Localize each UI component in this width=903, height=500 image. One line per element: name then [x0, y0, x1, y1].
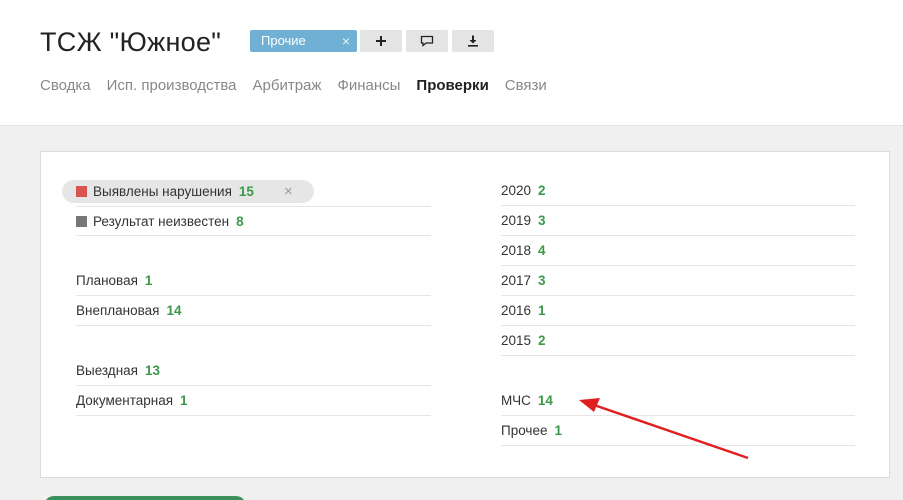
filter-year-2017[interactable]: 2017 3: [501, 266, 855, 296]
add-button[interactable]: [360, 30, 402, 52]
filter-label: 2018: [501, 243, 532, 258]
filter-year-2020[interactable]: 2020 2: [501, 176, 855, 206]
close-icon[interactable]: ×: [284, 182, 293, 202]
tab-arbitration[interactable]: Арбитраж: [253, 77, 322, 94]
page-header: ТСЖ "Южное" Прочие × Сводка Исп. произво…: [0, 0, 903, 126]
filter-documentary[interactable]: Документарная 1: [76, 386, 431, 416]
filter-count: 2: [538, 183, 546, 198]
filter-count: 1: [180, 393, 188, 408]
tab-enforcement[interactable]: Исп. производства: [107, 77, 237, 94]
plus-icon: [376, 36, 386, 46]
tab-links[interactable]: Связи: [505, 77, 547, 94]
filter-planned[interactable]: Плановая 1: [76, 266, 431, 296]
filter-year-2018[interactable]: 2018 4: [501, 236, 855, 266]
filter-violations-found[interactable]: Выявлены нарушения 15: [76, 177, 431, 207]
filter-count: 3: [538, 213, 546, 228]
category-tag-label: Прочие: [261, 33, 306, 48]
red-square-icon: [76, 186, 87, 197]
filter-count: 8: [236, 214, 244, 229]
page-title: ТСЖ "Южное": [40, 27, 222, 57]
filter-count: 1: [144, 273, 153, 288]
filter-count: 14: [166, 303, 182, 318]
section-tabs: Сводка Исп. производства Арбитраж Финанс…: [40, 77, 563, 94]
filter-count: 1: [554, 423, 562, 438]
filter-label: МЧС: [501, 393, 531, 408]
filter-count: 3: [538, 273, 546, 288]
bottom-action-button[interactable]: [44, 496, 246, 500]
filter-count: 14: [537, 393, 553, 408]
filter-label: 2019: [501, 213, 532, 228]
filter-label: 2017: [501, 273, 532, 288]
close-icon[interactable]: ×: [342, 30, 350, 52]
filter-label: Выездная: [76, 363, 138, 378]
filter-agency-mchs[interactable]: МЧС 14: [501, 386, 855, 416]
tab-finance[interactable]: Финансы: [337, 77, 400, 94]
filter-count: 4: [538, 243, 546, 258]
filter-label: Внеплановая: [76, 303, 160, 318]
filter-year-2016[interactable]: 2016 1: [501, 296, 855, 326]
filter-count: 15: [238, 184, 254, 199]
comment-button[interactable]: [406, 30, 448, 52]
filter-year-2015[interactable]: 2015 2: [501, 326, 855, 356]
filter-label: 2015: [501, 333, 532, 348]
filter-label: Документарная: [76, 393, 174, 408]
download-button[interactable]: [452, 30, 494, 52]
filter-label: Выявлены нарушения: [93, 184, 232, 199]
filter-unplanned[interactable]: Внеплановая 14: [76, 296, 431, 326]
filter-count: 13: [144, 363, 160, 378]
filter-onsite[interactable]: Выездная 13: [76, 356, 431, 386]
inspections-filter-card: Выявлены нарушения 15 × Результат неизвес…: [40, 151, 890, 478]
comment-icon: [420, 35, 434, 47]
filter-label: Плановая: [76, 273, 138, 288]
download-icon: [468, 35, 478, 47]
filter-result-unknown[interactable]: Результат неизвестен 8: [76, 206, 431, 236]
filter-label: Прочее: [501, 423, 548, 438]
filter-year-2019[interactable]: 2019 3: [501, 206, 855, 236]
filter-count: 1: [538, 303, 546, 318]
filter-count: 2: [538, 333, 546, 348]
gray-square-icon: [76, 216, 87, 227]
tab-inspections[interactable]: Проверки: [416, 77, 488, 94]
tab-summary[interactable]: Сводка: [40, 77, 91, 94]
category-tag[interactable]: Прочие ×: [250, 30, 357, 52]
filter-agency-other[interactable]: Прочее 1: [501, 416, 855, 446]
filter-label: 2016: [501, 303, 532, 318]
filter-label: Результат неизвестен: [93, 214, 230, 229]
filter-label: 2020: [501, 183, 532, 198]
